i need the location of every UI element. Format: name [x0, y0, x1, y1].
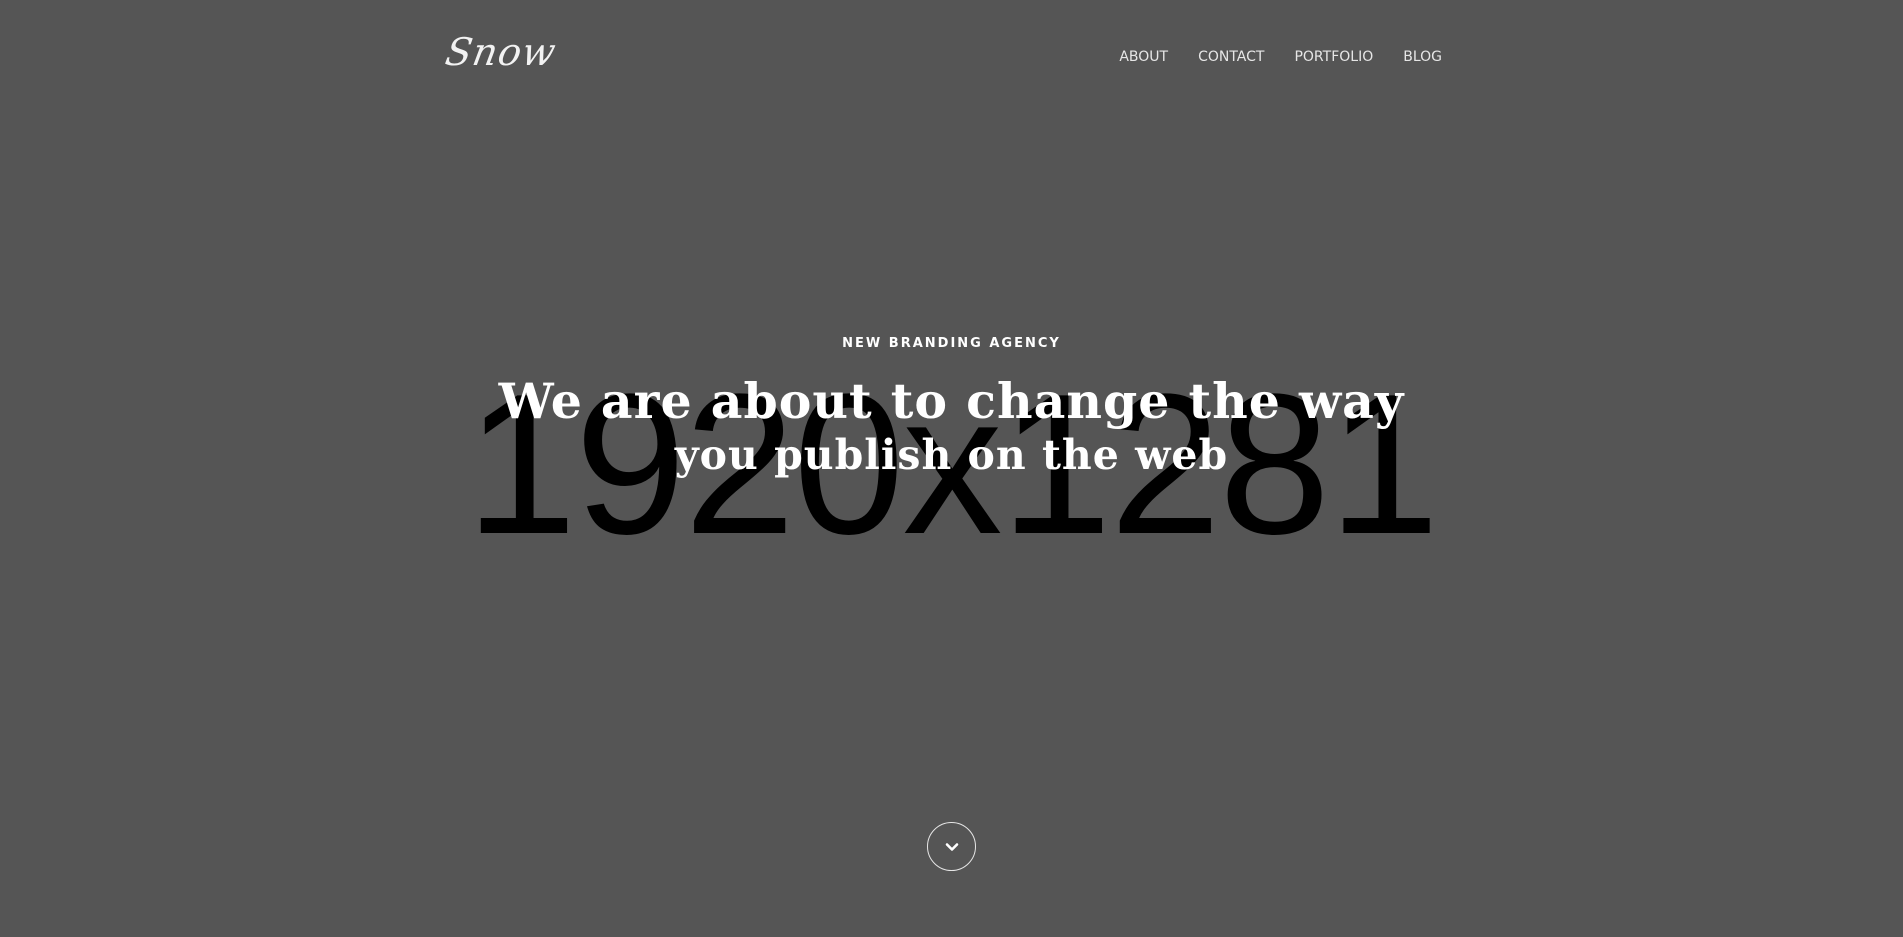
hero-title: We are about to change the way you publi…	[0, 373, 1903, 481]
site-logo[interactable]: Snow	[442, 30, 560, 74]
nav-item-blog[interactable]: BLOG	[1403, 48, 1442, 66]
hero-eyebrow: NEW BRANDING AGENCY	[842, 336, 1061, 351]
nav-item-about[interactable]: ABOUT	[1119, 48, 1168, 66]
hero-title-line-2: you publish on the web	[674, 431, 1229, 479]
page: 1920x1281 Snow ABOUT CONTACT PORTFOLIO B…	[0, 0, 1903, 937]
nav-item-portfolio[interactable]: PORTFOLIO	[1294, 48, 1373, 66]
site-header: Snow ABOUT CONTACT PORTFOLIO BLOG	[0, 0, 1903, 115]
nav-item-contact[interactable]: CONTACT	[1198, 48, 1264, 66]
scroll-down-button[interactable]	[927, 822, 976, 871]
main-nav: ABOUT CONTACT PORTFOLIO BLOG	[1119, 48, 1442, 66]
chevron-down-icon	[945, 842, 958, 851]
hero-title-line-1: We are about to change the way	[498, 372, 1405, 430]
